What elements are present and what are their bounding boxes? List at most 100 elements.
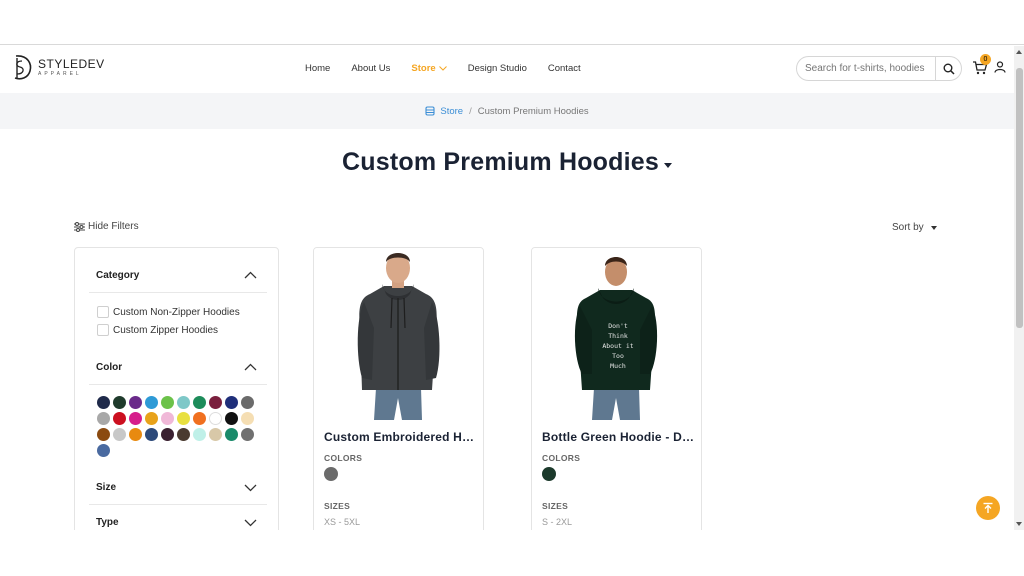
search-icon (943, 63, 955, 75)
colors-label: COLORS (324, 453, 363, 463)
nav-contact[interactable]: Contact (548, 63, 581, 74)
color-swatch[interactable] (113, 428, 126, 441)
color-swatch[interactable] (209, 428, 222, 441)
nav-store[interactable]: Store (411, 63, 447, 74)
color-swatch[interactable] (209, 396, 222, 409)
page-title[interactable]: Custom Premium Hoodies (342, 148, 659, 176)
color-swatch[interactable] (97, 396, 110, 409)
product-color-swatch[interactable] (324, 467, 338, 481)
page-title-wrap: Custom Premium Hoodies (0, 148, 1014, 177)
scroll-up-arrow-icon[interactable] (1016, 50, 1022, 54)
color-swatch[interactable] (129, 396, 142, 409)
brand-name: STYLEDEV (38, 56, 105, 71)
category-option-label: Custom Non-Zipper Hoodies (113, 306, 240, 318)
hide-filters-button[interactable]: Hide Filters (74, 221, 139, 232)
chevron-down-icon[interactable] (244, 484, 257, 492)
color-swatch[interactable] (97, 428, 110, 441)
sizes-value: S - 2XL (542, 517, 573, 527)
color-swatch[interactable] (113, 396, 126, 409)
chevron-up-icon[interactable] (244, 363, 257, 371)
arrow-up-icon (983, 502, 993, 513)
product-name[interactable]: Custom Embroidered Hoodies (324, 430, 476, 444)
caret-down-icon (930, 225, 937, 230)
browser-top-area (0, 0, 1024, 45)
checkbox[interactable] (97, 324, 109, 336)
filter-type-heading[interactable]: Type (96, 517, 119, 528)
color-swatch[interactable] (145, 396, 158, 409)
nav-home[interactable]: Home (305, 63, 330, 74)
filter-divider (89, 504, 267, 505)
color-swatch[interactable] (129, 428, 142, 441)
filter-divider (89, 384, 267, 385)
color-swatch[interactable] (145, 412, 158, 425)
filter-color-heading[interactable]: Color (96, 362, 122, 373)
breadcrumb-separator: / (469, 105, 472, 117)
logo-mark-icon (14, 55, 32, 80)
color-swatch[interactable] (97, 444, 110, 457)
color-swatch[interactable] (161, 428, 174, 441)
search-box (796, 56, 962, 81)
color-swatch[interactable] (177, 412, 190, 425)
cart-count-badge: 0 (980, 54, 991, 65)
sort-by-label: Sort by (892, 222, 924, 233)
search-button[interactable] (935, 57, 961, 80)
search-input[interactable] (797, 57, 937, 80)
scrollbar-thumb[interactable] (1016, 68, 1023, 328)
color-swatch[interactable] (241, 412, 254, 425)
filter-category-heading[interactable]: Category (96, 270, 139, 281)
print-text-line: Think (608, 332, 628, 340)
sizes-label: SIZES (324, 501, 351, 511)
main-nav: Home About Us Store Design Studio Contac… (305, 63, 602, 74)
color-swatch[interactable] (145, 428, 158, 441)
sort-by-dropdown[interactable]: Sort by (892, 222, 937, 233)
scroll-down-arrow-icon[interactable] (1016, 522, 1022, 526)
product-color-swatch[interactable] (542, 467, 556, 481)
color-swatch[interactable] (161, 396, 174, 409)
category-option-label: Custom Zipper Hoodies (113, 324, 219, 336)
product-image[interactable] (314, 248, 483, 420)
page-scrollbar[interactable] (1014, 46, 1024, 530)
color-swatch[interactable] (193, 428, 206, 441)
product-card[interactable]: Custom Embroidered Hoodies COLORS SIZES … (313, 247, 484, 547)
category-option-non-zipper[interactable]: Custom Non-Zipper Hoodies (97, 306, 240, 318)
product-image[interactable]: Don't Think About it Too Much (532, 248, 701, 420)
color-swatch[interactable] (209, 412, 222, 425)
checkbox[interactable] (97, 306, 109, 318)
breadcrumb-store-link[interactable]: Store (425, 106, 463, 117)
category-option-zipper[interactable]: Custom Zipper Hoodies (97, 324, 218, 336)
chevron-up-icon[interactable] (244, 271, 257, 279)
color-swatch[interactable] (225, 428, 238, 441)
nav-about-us[interactable]: About Us (351, 63, 390, 74)
nav-design-studio[interactable]: Design Studio (468, 63, 527, 74)
scroll-to-top-button[interactable] (976, 496, 1000, 520)
filter-divider (89, 292, 267, 293)
sizes-value: XS - 5XL (324, 517, 361, 527)
color-swatch[interactable] (193, 412, 206, 425)
breadcrumb: Store / Custom Premium Hoodies (0, 93, 1014, 129)
user-icon[interactable] (994, 61, 1006, 73)
filter-size-heading[interactable]: Size (96, 482, 116, 493)
color-swatch[interactable] (241, 396, 254, 409)
color-swatch[interactable] (241, 428, 254, 441)
color-swatch[interactable] (177, 428, 190, 441)
filter-panel: Category Custom Non-Zipper Hoodies Custo… (74, 247, 279, 547)
caret-down-icon[interactable] (663, 163, 672, 169)
color-swatch[interactable] (161, 412, 174, 425)
product-name[interactable]: Bottle Green Hoodie - Don't Think About … (542, 430, 694, 444)
sizes-label: SIZES (542, 501, 569, 511)
color-swatch[interactable] (193, 396, 206, 409)
sliders-icon (74, 221, 85, 232)
print-text-line: About it (602, 342, 633, 350)
color-swatch[interactable] (113, 412, 126, 425)
browser-bottom-area (0, 530, 1024, 576)
color-swatch[interactable] (97, 412, 110, 425)
color-swatch[interactable] (177, 396, 190, 409)
color-swatch[interactable] (129, 412, 142, 425)
color-swatch[interactable] (225, 396, 238, 409)
print-text-line: Don't (608, 322, 628, 330)
brand-logo[interactable]: STYLEDEV APPAREL (8, 52, 105, 82)
print-text-line: Much (610, 362, 626, 370)
chevron-down-icon[interactable] (244, 519, 257, 527)
product-card[interactable]: Don't Think About it Too Much Bottle Green H… (531, 247, 702, 547)
color-swatch[interactable] (225, 412, 238, 425)
